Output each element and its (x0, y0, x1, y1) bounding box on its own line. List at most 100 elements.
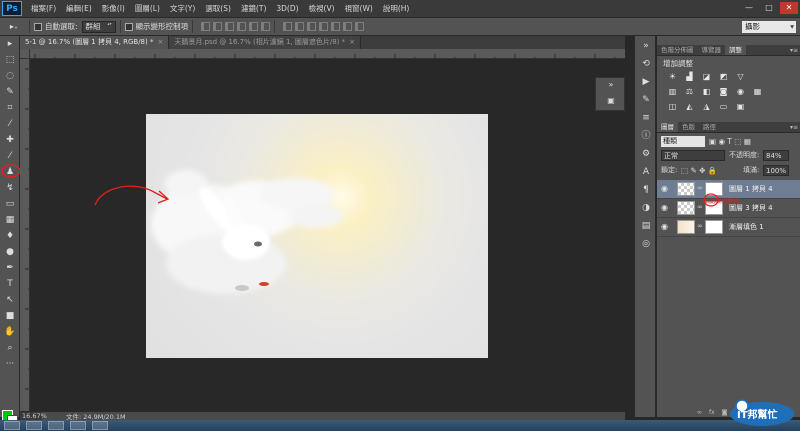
fill-input[interactable]: 100% (763, 165, 789, 176)
align-top-icon[interactable] (201, 22, 211, 31)
tab-paths[interactable]: 路徑 (699, 122, 720, 132)
taskbar-app[interactable] (26, 421, 42, 430)
menu-select[interactable]: 選取(S) (200, 0, 236, 17)
distribute-right-icon[interactable] (343, 22, 353, 31)
gradient-tool-icon[interactable]: ▦ (3, 214, 17, 227)
vibrance-icon[interactable]: ▽ (735, 72, 746, 82)
paragraph-panel-icon[interactable]: ¶ (639, 184, 653, 196)
filter-type-icons[interactable]: ▣ ◉ T ⬚ ▦ (709, 136, 751, 147)
black-white-icon[interactable]: ◧ (701, 87, 712, 97)
eraser-tool-icon[interactable]: ▭ (3, 198, 17, 211)
invert-icon[interactable]: ◫ (667, 102, 678, 112)
tab-navigator[interactable]: 導覽器 (698, 45, 726, 55)
tool-presets-icon[interactable]: ▣ (603, 95, 619, 107)
properties-panel-icon[interactable]: ≡ (639, 112, 653, 124)
minimize-button[interactable]: — (740, 2, 758, 14)
layer-name[interactable]: 圖層 1 拷貝 4 (729, 184, 773, 194)
zoom-tool-icon[interactable]: ⌕ (3, 342, 17, 355)
align-right-icon[interactable] (261, 22, 271, 31)
info-panel-icon[interactable]: ⓘ (639, 130, 653, 142)
type-tool-icon[interactable]: T (3, 278, 17, 291)
distribute-middle-icon[interactable] (295, 22, 305, 31)
tab-document-5-1[interactable]: 5-1 @ 16.7% (圖層 1 拷貝 4, RGB/8) * × (20, 36, 170, 49)
color-lookup-icon[interactable]: ▦ (752, 87, 763, 97)
auto-align-icon[interactable] (355, 22, 365, 31)
distribute-left-icon[interactable] (319, 22, 329, 31)
menu-type[interactable]: 文字(Y) (165, 0, 200, 17)
brightness-contrast-icon[interactable]: ☀ (667, 72, 678, 82)
horizontal-ruler[interactable] (30, 49, 625, 59)
distribute-top-icon[interactable] (283, 22, 293, 31)
auto-select-checkbox[interactable] (34, 22, 42, 31)
menu-help[interactable]: 說明(H) (378, 0, 415, 17)
tab-adjustments[interactable]: 調整 (725, 45, 746, 55)
menu-window[interactable]: 視窗(W) (340, 0, 378, 17)
align-center-icon[interactable] (249, 22, 259, 31)
selective-color-icon[interactable]: ▣ (735, 102, 746, 112)
menu-edit[interactable]: 編輯(E) (61, 0, 97, 17)
hand-tool-icon[interactable]: ✋ (3, 326, 17, 339)
menu-3d[interactable]: 3D(D) (271, 0, 303, 17)
layer-style-icon[interactable]: fx (709, 409, 715, 417)
auto-select-dropdown[interactable]: 群組 (81, 20, 116, 33)
taskbar-app[interactable] (4, 421, 20, 430)
photo-filter-icon[interactable]: ◙ (718, 87, 729, 97)
hue-saturation-icon[interactable]: ▥ (667, 87, 678, 97)
visibility-eye-icon[interactable]: ◉ (661, 184, 670, 193)
opacity-input[interactable]: 84% (763, 150, 789, 161)
layer-kind-filter[interactable]: 種類 (661, 136, 705, 147)
taskbar-app[interactable] (92, 421, 108, 430)
color-balance-icon[interactable]: ⚖ (684, 87, 695, 97)
visibility-eye-icon[interactable]: ◉ (661, 222, 670, 231)
clone-source-panel-icon[interactable]: ⚙ (639, 148, 653, 160)
distribute-center-icon[interactable] (331, 22, 341, 31)
channels-panel-icon[interactable]: ▤ (639, 220, 653, 232)
layer-row[interactable]: ◉ ∞ 漸層填色 1 (657, 218, 800, 237)
vertical-ruler[interactable] (20, 59, 30, 411)
tab-document-swan-moon[interactable]: 天鵝景月.psd @ 16.7% (相片濾鏡 1, 圖層遮色片/8) * × (169, 36, 362, 49)
posterize-icon[interactable]: ◭ (684, 102, 695, 112)
channel-mixer-icon[interactable]: ◉ (735, 87, 746, 97)
taskbar-app[interactable] (48, 421, 64, 430)
more-tools-icon[interactable]: ··· (3, 358, 17, 371)
dock-expand-icon[interactable]: » (639, 40, 653, 52)
workspace-dropdown[interactable]: 攝影 (742, 21, 796, 33)
eyedropper-tool-icon[interactable]: ⁄ (3, 118, 17, 131)
gradient-map-icon[interactable]: ▭ (718, 102, 729, 112)
crop-tool-icon[interactable]: ⌗ (3, 102, 17, 115)
align-left-icon[interactable] (237, 22, 247, 31)
menu-file[interactable]: 檔案(F) (26, 0, 61, 17)
healing-brush-tool-icon[interactable]: ✚ (3, 134, 17, 147)
character-panel-icon[interactable]: A (639, 166, 653, 178)
pen-tool-icon[interactable]: ✒ (3, 262, 17, 275)
history-brush-tool-icon[interactable]: ↯ (3, 182, 17, 195)
blur-tool-icon[interactable]: ♦ (3, 230, 17, 243)
panel-menu-icon[interactable]: ▾≡ (790, 45, 798, 56)
close-tab-icon[interactable]: × (349, 38, 355, 46)
shape-tool-icon[interactable]: ■ (3, 310, 17, 323)
lock-icons[interactable]: ⬚ ✎ ✥ 🔒 (681, 165, 717, 176)
zoom-level-field[interactable]: 16.67% (20, 412, 47, 420)
close-button[interactable]: ✕ (780, 2, 798, 14)
link-layers-icon[interactable]: ∞ (697, 409, 702, 417)
menu-filter[interactable]: 濾鏡(T) (236, 0, 271, 17)
distribute-bottom-icon[interactable] (307, 22, 317, 31)
menu-layer[interactable]: 圖層(L) (130, 0, 165, 17)
path-select-tool-icon[interactable]: ↖ (3, 294, 17, 307)
canvas-area[interactable] (30, 59, 595, 411)
show-transform-checkbox[interactable] (124, 22, 133, 31)
marquee-tool-icon[interactable]: ⬚ (3, 54, 17, 67)
levels-icon[interactable]: ▟ (684, 72, 695, 82)
tab-channels[interactable]: 色版 (678, 122, 699, 132)
threshold-icon[interactable]: ◮ (701, 102, 712, 112)
curves-icon[interactable]: ◪ (701, 72, 712, 82)
align-middle-icon[interactable] (213, 22, 223, 31)
document-canvas[interactable] (146, 114, 488, 358)
close-tab-icon[interactable]: × (157, 38, 163, 46)
actions-panel-icon[interactable]: ▶ (639, 76, 653, 88)
styles-panel-icon[interactable]: ◑ (639, 202, 653, 214)
quick-select-tool-icon[interactable]: ✎ (3, 86, 17, 99)
lasso-tool-icon[interactable]: ◌ (3, 70, 17, 83)
align-bottom-icon[interactable] (225, 22, 235, 31)
tab-histogram[interactable]: 色階分佈圖 (657, 45, 698, 55)
